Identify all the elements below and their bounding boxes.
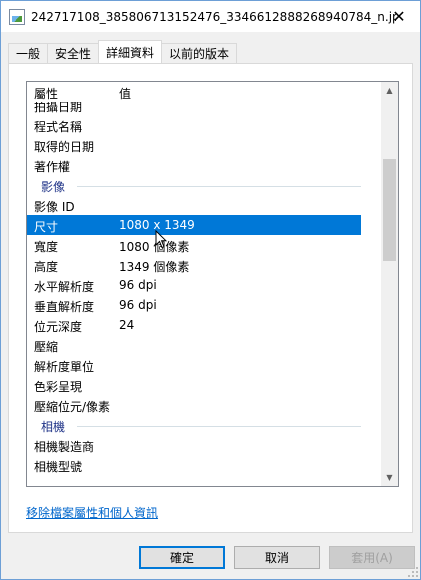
property-value: 24 (119, 318, 135, 332)
group-label: 影像 (41, 180, 66, 194)
property-row[interactable]: 著作權 (27, 155, 361, 175)
property-name: 寬度 (34, 240, 59, 254)
property-row[interactable]: 相機型號 (27, 455, 361, 475)
image-file-icon (9, 8, 25, 25)
property-name: 壓縮位元/像素 (34, 400, 111, 414)
button-bar: 確定 取消 套用(A) (1, 546, 421, 570)
tab-details[interactable]: 詳細資料 (98, 40, 163, 63)
property-value: 96 dpi (119, 298, 157, 312)
property-value: 1349 個像素 (119, 260, 190, 274)
ok-button[interactable]: 確定 (139, 546, 225, 569)
property-name: 水平解析度 (34, 280, 95, 294)
property-row[interactable]: 影像 ID (27, 195, 361, 215)
property-name: 壓縮 (34, 340, 59, 354)
property-row[interactable]: 水平解析度 96 dpi (27, 275, 361, 295)
vertical-scrollbar[interactable]: ▲ ▼ (381, 82, 398, 486)
property-row[interactable]: 壓縮位元/像素 (27, 395, 361, 415)
property-name: 高度 (34, 260, 59, 274)
property-name: 取得的日期 (34, 140, 95, 154)
group-divider (77, 426, 361, 427)
cancel-button[interactable]: 取消 (234, 546, 320, 569)
property-row[interactable]: 取得的日期 (27, 135, 361, 155)
property-name: 著作權 (34, 160, 71, 174)
tab-general[interactable]: 一般 (8, 43, 49, 63)
property-name: 影像 ID (34, 200, 75, 214)
mouse-cursor-icon (155, 230, 167, 249)
property-row[interactable]: 相機製造商 (27, 435, 361, 455)
list-header: 屬性 值 (27, 82, 382, 102)
scroll-up-icon[interactable]: ▲ (381, 82, 398, 99)
property-row[interactable]: 解析度單位 (27, 355, 361, 375)
scroll-thumb[interactable] (383, 159, 396, 261)
property-list[interactable]: 屬性 值 拍攝日期程式名稱取得的日期著作權影像影像 ID 尺寸 1080 x 134… (26, 81, 399, 487)
property-row[interactable]: 高度 1349 個像素 (27, 255, 361, 275)
property-row[interactable]: 寬度 1080 個像素 (27, 235, 361, 255)
details-panel: 屬性 值 拍攝日期程式名稱取得的日期著作權影像影像 ID 尺寸 1080 x 134… (8, 63, 413, 533)
property-name: 解析度單位 (34, 360, 95, 374)
property-row[interactable]: 垂直解析度 96 dpi (27, 295, 361, 315)
scroll-down-icon[interactable]: ▼ (381, 469, 398, 486)
property-row-selected[interactable]: 尺寸 1080 x 1349 (27, 215, 361, 235)
column-header-value[interactable]: 值 (119, 85, 131, 102)
group-header[interactable]: 影像 (27, 175, 361, 195)
resize-grip-icon[interactable] (408, 567, 418, 577)
property-name: 相機型號 (34, 460, 83, 474)
title-bar: 242717108_385806713152476_33466128882689… (1, 1, 420, 32)
property-row[interactable]: 位元深度 24 (27, 315, 361, 335)
column-header-property[interactable]: 屬性 (34, 85, 58, 102)
group-label: 相機 (41, 420, 66, 434)
properties-dialog: 242717108_385806713152476_33466128882689… (0, 0, 421, 580)
tab-strip: 一般 安全性 詳細資料 以前的版本 (8, 40, 238, 63)
apply-button[interactable]: 套用(A) (329, 546, 415, 569)
property-name: 垂直解析度 (34, 300, 95, 314)
list-body: 拍攝日期程式名稱取得的日期著作權影像影像 ID 尺寸 1080 x 1349 寬度 10… (27, 102, 382, 486)
property-row[interactable]: 程式名稱 (27, 115, 361, 135)
tab-security[interactable]: 安全性 (47, 43, 100, 63)
property-value: 96 dpi (119, 278, 157, 292)
property-name: 拍攝日期 (34, 102, 83, 114)
tab-previous-versions[interactable]: 以前的版本 (161, 43, 238, 63)
property-row[interactable]: 壓縮 (27, 335, 361, 355)
property-name: 程式名稱 (34, 120, 83, 134)
property-name: 色彩呈現 (34, 380, 83, 394)
property-name: 尺寸 (34, 220, 59, 234)
property-name: 相機製造商 (34, 440, 95, 454)
group-divider (77, 186, 361, 187)
window-title: 242717108_385806713152476_33466128882689… (31, 10, 396, 24)
group-header[interactable]: 相機 (27, 415, 361, 435)
property-row[interactable]: 色彩呈現 (27, 375, 361, 395)
property-row[interactable]: 拍攝日期 (27, 102, 361, 115)
remove-properties-link[interactable]: 移除檔案屬性和個人資訊 (26, 504, 158, 521)
close-icon[interactable]: ✕ (378, 1, 420, 32)
property-name: 位元深度 (34, 320, 83, 334)
